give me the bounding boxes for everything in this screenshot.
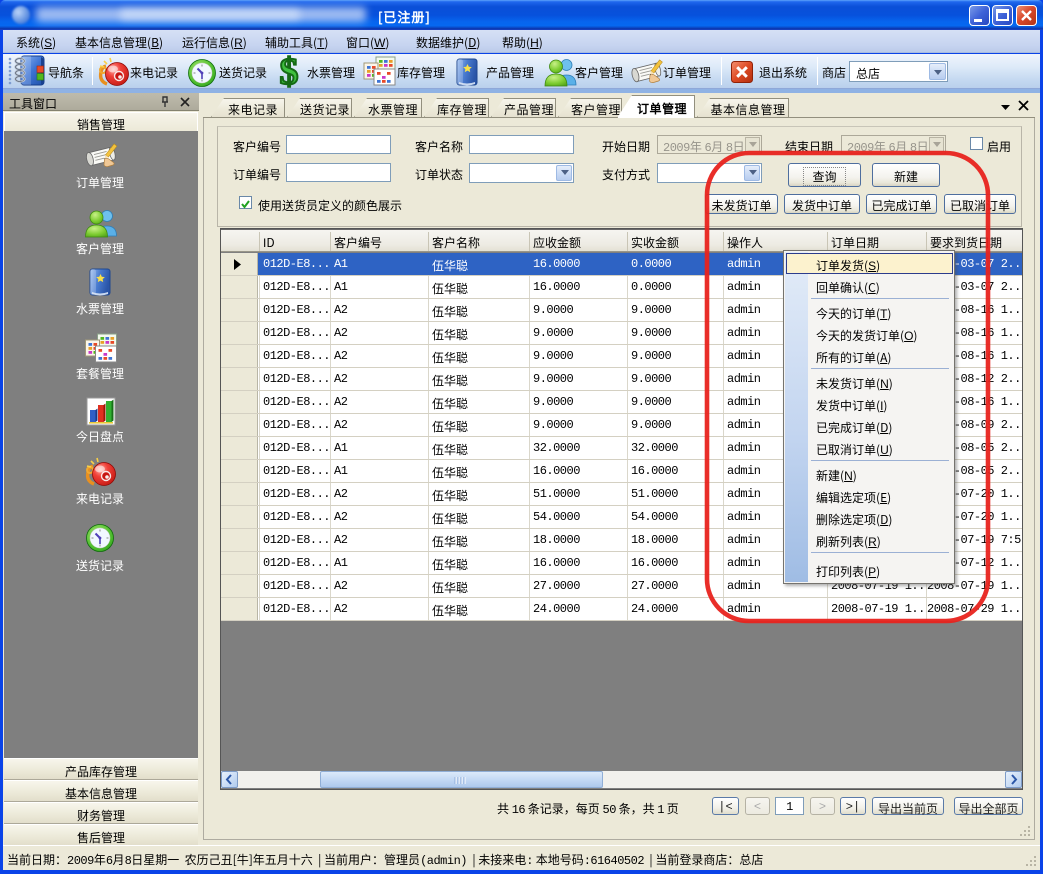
svg-text:$: $ [280, 55, 299, 89]
